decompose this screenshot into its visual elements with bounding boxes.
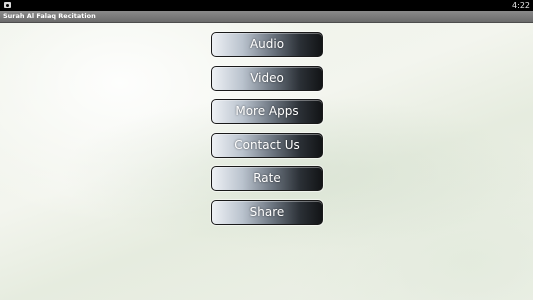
- status-bar: 4:22: [0, 0, 533, 11]
- app-screen: 4:22 Surah Al Falaq Recitation Audio Vid…: [0, 0, 533, 300]
- main-content: Audio Video More Apps Contact Us Rate Sh…: [0, 23, 533, 300]
- share-button[interactable]: Share: [211, 199, 323, 225]
- app-title: Surah Al Falaq Recitation: [3, 12, 96, 20]
- notification-icon: [4, 2, 11, 8]
- contact-us-button[interactable]: Contact Us: [211, 132, 323, 158]
- title-bar: Surah Al Falaq Recitation: [0, 11, 533, 23]
- rate-button[interactable]: Rate: [211, 166, 323, 191]
- video-button[interactable]: Video: [211, 65, 323, 91]
- more-apps-button[interactable]: More Apps: [211, 99, 323, 124]
- main-menu: Audio Video More Apps Contact Us Rate Sh…: [211, 32, 323, 233]
- status-clock: 4:22: [512, 1, 530, 10]
- audio-button[interactable]: Audio: [211, 32, 323, 57]
